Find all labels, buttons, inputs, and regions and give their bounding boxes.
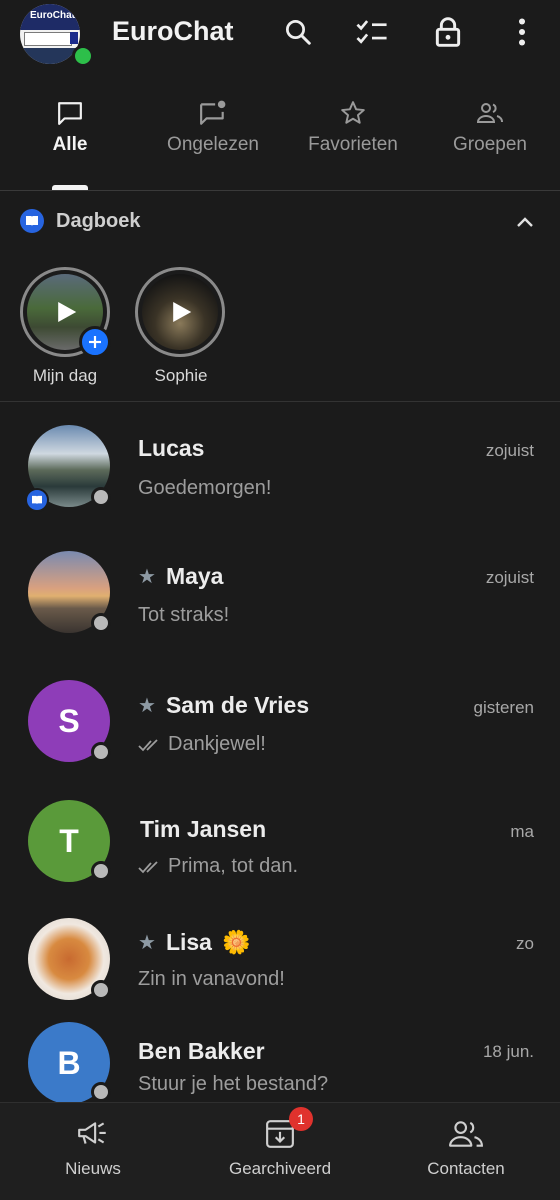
tab-alle[interactable]: Alle xyxy=(20,90,120,190)
last-message: Stuur je het bestand? xyxy=(138,1073,329,1095)
last-message: Dankjewel! xyxy=(168,733,266,755)
chat-row-lisa[interactable]: ★ Lisa 🌼 xyxy=(138,929,251,956)
chat-time: zojuist xyxy=(485,441,534,460)
chat-bubble-icon xyxy=(57,100,83,126)
chat-time: ma xyxy=(510,822,534,841)
app-title: EuroChat xyxy=(112,16,234,46)
chat-row-maya[interactable]: ★ Maya xyxy=(138,563,223,590)
app-header: EuroChat EuroChat xyxy=(0,0,560,84)
favorite-star-icon: ★ xyxy=(138,932,156,954)
chat-time: zojuist xyxy=(485,568,534,587)
contact-name: Sam de Vries xyxy=(165,692,310,718)
nav-nieuws[interactable]: Nieuws xyxy=(38,1103,148,1200)
play-icon xyxy=(173,302,192,322)
chat-row-ben-bakker[interactable]: Ben Bakker xyxy=(138,1038,265,1065)
megaphone-icon xyxy=(76,1117,110,1151)
status-dot xyxy=(91,742,111,762)
tab-label: Alle xyxy=(52,134,88,155)
chat-time: zo xyxy=(516,934,534,953)
diary-book-icon xyxy=(25,488,49,512)
status-dot xyxy=(91,861,111,881)
logo-text: EuroChat xyxy=(30,10,75,21)
favorite-star-icon: ★ xyxy=(138,695,156,717)
double-check-icon xyxy=(138,860,158,873)
double-check-icon xyxy=(138,738,158,751)
status-dot xyxy=(91,980,111,1000)
tab-favorieten[interactable]: Favorieten xyxy=(288,90,418,190)
search-icon[interactable] xyxy=(280,14,316,50)
nav-label: Nieuws xyxy=(65,1159,121,1178)
archive-icon: 1 xyxy=(265,1107,313,1151)
story-sophie[interactable] xyxy=(135,267,225,357)
status-dot xyxy=(91,613,111,633)
filter-tabs: Alle Ongelezen Favorieten Groepen xyxy=(0,90,560,191)
chat-row-lucas[interactable]: Lucas xyxy=(138,435,204,462)
online-status-dot xyxy=(72,45,94,67)
plus-icon xyxy=(89,336,101,348)
nav-label: Contacten xyxy=(427,1159,505,1178)
contacts-icon xyxy=(448,1117,484,1151)
tab-ongelezen[interactable]: Ongelezen xyxy=(148,90,278,190)
tab-groepen[interactable]: Groepen xyxy=(430,90,550,190)
active-tab-indicator xyxy=(52,185,88,190)
diary-section-title: Dagboek xyxy=(56,210,141,232)
section-divider xyxy=(0,401,560,402)
contact-name: Maya xyxy=(165,563,224,589)
contact-name: Tim Jansen xyxy=(140,816,267,842)
group-icon xyxy=(476,100,504,126)
play-icon xyxy=(58,302,77,322)
checklist-icon[interactable] xyxy=(354,14,390,50)
diary-book-icon xyxy=(20,209,44,233)
nav-contacten[interactable]: Contacten xyxy=(411,1103,521,1200)
status-dot xyxy=(91,487,111,507)
chat-time: 18 jun. xyxy=(482,1042,534,1061)
story-label: Mijn dag xyxy=(32,366,98,385)
account-avatar[interactable]: EuroChat xyxy=(20,4,80,64)
contact-name: Lisa xyxy=(165,929,212,955)
more-options-icon[interactable] xyxy=(504,14,540,50)
tab-label: Ongelezen xyxy=(167,134,259,155)
star-icon xyxy=(340,100,366,126)
nav-label: Gearchiveerd xyxy=(228,1159,332,1178)
contact-name: Lucas xyxy=(138,435,205,461)
story-label: Sophie xyxy=(154,366,208,385)
last-message: Goedemorgen! xyxy=(138,477,272,499)
chat-time: gisteren xyxy=(473,698,534,717)
add-story-button[interactable] xyxy=(79,326,111,358)
bottom-navigation: Nieuws 1 Gearchiveerd Contacten xyxy=(0,1102,560,1200)
archived-count-badge: 1 xyxy=(289,1107,313,1131)
tab-label: Favorieten xyxy=(308,134,398,155)
chat-row-tim-jansen[interactable]: Tim Jansen xyxy=(140,816,266,843)
status-dot xyxy=(91,1082,111,1102)
contact-name: Ben Bakker xyxy=(138,1038,265,1064)
lock-icon[interactable] xyxy=(430,14,466,50)
last-message: Zin in vanavond! xyxy=(138,968,285,990)
favorite-star-icon: ★ xyxy=(138,566,156,588)
chevron-up-icon[interactable] xyxy=(514,212,536,232)
nav-gearchiveerd[interactable]: 1 Gearchiveerd xyxy=(215,1103,345,1200)
chat-row-sam-de-vries[interactable]: ★ Sam de Vries xyxy=(138,692,309,719)
tab-label: Groepen xyxy=(453,134,527,155)
last-message: Prima, tot dan. xyxy=(168,855,299,877)
flower-emoji: 🌼 xyxy=(221,929,251,955)
last-message: Tot straks! xyxy=(138,604,230,626)
unread-bubble-icon xyxy=(199,100,227,126)
